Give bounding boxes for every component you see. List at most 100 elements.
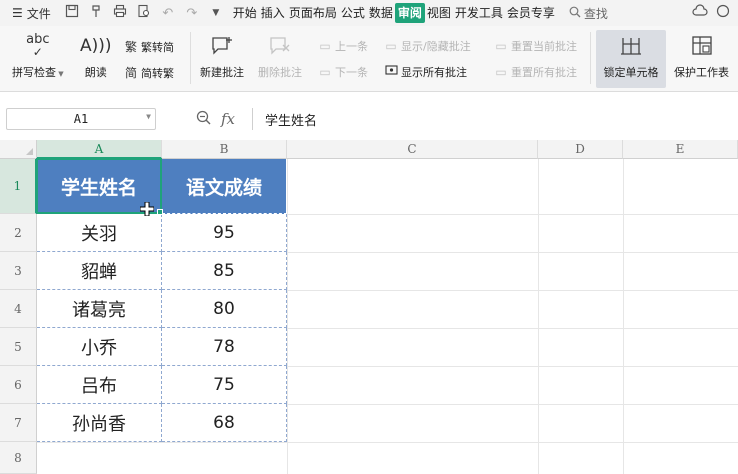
prev-comment-button[interactable]: ▭ 上一条: [318, 38, 368, 54]
reset-all-comments-label: 重置所有批注: [511, 66, 577, 79]
reset-current-comment-button[interactable]: ▭ 重置当前批注: [494, 38, 577, 54]
table-cell-name[interactable]: 小乔: [37, 328, 162, 366]
row-header-7[interactable]: 7: [0, 404, 37, 442]
row-header-5[interactable]: 5: [0, 328, 37, 366]
delete-comment-label: 删除批注: [258, 66, 302, 79]
trad-to-simp-icon: 繁: [124, 40, 137, 54]
next-comment-icon: ▭: [319, 65, 331, 79]
tab-data[interactable]: 数据: [367, 3, 395, 23]
formula-tools: fx: [196, 110, 235, 129]
chevron-down-icon[interactable]: ▼: [205, 8, 227, 18]
search-box[interactable]: 查找: [569, 5, 608, 22]
save-icon[interactable]: [61, 4, 83, 22]
cell-b1[interactable]: 语文成绩: [162, 159, 287, 214]
table-cell-name[interactable]: 吕布: [37, 366, 162, 404]
search-icon: [569, 6, 581, 21]
menu-bar: ☰ 文件 ↶ ↷ ▼ 开始 插入 页面布局 公式 数据 审阅 视图 开发工具 会…: [0, 0, 738, 26]
protect-sheet-label: 保护工作表: [674, 66, 729, 79]
table-cell-name[interactable]: 貂蝉: [37, 252, 162, 290]
delete-comment-button[interactable]: 删除批注: [258, 32, 302, 80]
simp-to-trad-icon: 简: [124, 66, 137, 80]
new-comment-label: 新建批注: [200, 66, 244, 79]
protect-sheet-button[interactable]: 保护工作表: [674, 32, 729, 80]
spreadsheet-grid: A B C D E 1 2 3 4 5 6 7 8 学生姓名 语文成绩 关羽 9…: [0, 140, 738, 474]
row-header-2[interactable]: 2: [0, 214, 37, 252]
name-box-value: A1: [73, 112, 89, 126]
row-header-8[interactable]: 8: [0, 442, 37, 474]
column-header-e[interactable]: E: [623, 140, 738, 159]
spell-check-button[interactable]: abc ✓ 拼写检查 ▼: [12, 32, 64, 80]
table-cell-name[interactable]: 关羽: [37, 214, 162, 252]
table-cell-score[interactable]: 95: [162, 214, 287, 252]
spell-check-icon: abc ✓: [26, 32, 50, 59]
show-all-comments-button[interactable]: 显示所有批注: [384, 64, 467, 80]
table-cell-name[interactable]: 诸葛亮: [37, 290, 162, 328]
lock-cell-label: 锁定单元格: [603, 66, 659, 79]
tab-developer[interactable]: 开发工具: [453, 3, 505, 23]
column-header-b[interactable]: B: [162, 140, 287, 159]
show-all-comments-label: 显示所有批注: [401, 66, 467, 79]
read-aloud-icon: A))): [80, 36, 112, 56]
tab-insert[interactable]: 插入: [259, 3, 287, 23]
cell-select-cursor-icon: [140, 202, 154, 216]
tab-review[interactable]: 审阅: [394, 3, 425, 23]
trad-to-simp-label: 繁转简: [141, 40, 174, 54]
column-header-d[interactable]: D: [538, 140, 623, 159]
undo-icon[interactable]: ↶: [157, 6, 179, 21]
tab-page-layout[interactable]: 页面布局: [287, 3, 339, 23]
read-aloud-button[interactable]: A))) 朗读: [80, 32, 112, 80]
quick-access-toolbar: ↶ ↷ ▼: [57, 4, 231, 22]
window-icons: [692, 4, 738, 22]
spell-check-label: 拼写检查: [12, 66, 56, 79]
tab-home[interactable]: 开始: [231, 3, 259, 23]
new-comment-button[interactable]: 新建批注: [200, 32, 244, 80]
formula-bar: A1 ▼ fx 学生姓名: [0, 104, 738, 134]
chevron-down-icon: ▼: [56, 70, 64, 78]
column-header-c[interactable]: C: [287, 140, 538, 159]
trad-to-simp-button[interactable]: 繁 繁转简: [124, 38, 174, 55]
zoom-formula-icon[interactable]: [196, 110, 211, 129]
chevron-down-icon[interactable]: ▼: [146, 112, 151, 121]
print-icon[interactable]: [109, 4, 131, 22]
redo-icon[interactable]: ↷: [181, 6, 203, 21]
search-label: 查找: [583, 6, 608, 21]
lock-cell-icon: [619, 32, 643, 60]
file-menu[interactable]: ☰ 文件: [0, 0, 57, 26]
tab-view[interactable]: 视图: [425, 3, 453, 23]
tab-member[interactable]: 会员专享: [505, 3, 557, 23]
reset-all-comments-icon: ▭: [495, 65, 507, 79]
select-all-corner[interactable]: [0, 140, 37, 159]
read-aloud-label: 朗读: [84, 66, 107, 79]
lock-cell-button[interactable]: 锁定单元格: [596, 30, 666, 88]
reset-all-comments-button[interactable]: ▭ 重置所有批注: [494, 64, 577, 80]
insert-function-button[interactable]: fx: [221, 110, 235, 129]
next-comment-label: 下一条: [335, 66, 368, 79]
table-cell-name[interactable]: 孙尚香: [37, 404, 162, 442]
row-header-4[interactable]: 4: [0, 290, 37, 328]
print-preview-icon[interactable]: [133, 4, 155, 22]
simp-to-trad-button[interactable]: 简 简转繁: [124, 64, 174, 81]
formula-input[interactable]: 学生姓名: [252, 108, 738, 130]
table-cell-score[interactable]: 85: [162, 252, 287, 290]
table-cell-score[interactable]: 75: [162, 366, 287, 404]
format-painter-icon[interactable]: [85, 4, 107, 22]
file-menu-label: 文件: [26, 6, 51, 21]
column-header-a[interactable]: A: [37, 140, 162, 159]
cloud-sync-icon[interactable]: [692, 4, 708, 22]
prev-comment-icon: ▭: [319, 39, 331, 53]
next-comment-button[interactable]: ▭ 下一条: [318, 64, 368, 80]
show-all-comments-icon: [384, 64, 398, 80]
fill-handle[interactable]: [157, 209, 163, 215]
share-icon[interactable]: [716, 4, 730, 22]
row-header-3[interactable]: 3: [0, 252, 37, 290]
name-box[interactable]: A1 ▼: [6, 108, 156, 130]
table-cell-score[interactable]: 80: [162, 290, 287, 328]
delete-comment-icon: [268, 32, 292, 60]
row-header-6[interactable]: 6: [0, 366, 37, 404]
table-cell-score[interactable]: 68: [162, 404, 287, 442]
show-hide-comment-button[interactable]: ▭ 显示/隐藏批注: [384, 38, 470, 54]
table-cell-score[interactable]: 78: [162, 328, 287, 366]
show-hide-comment-icon: ▭: [385, 39, 397, 53]
row-header-1[interactable]: 1: [0, 159, 37, 214]
tab-formulas[interactable]: 公式: [339, 3, 367, 23]
